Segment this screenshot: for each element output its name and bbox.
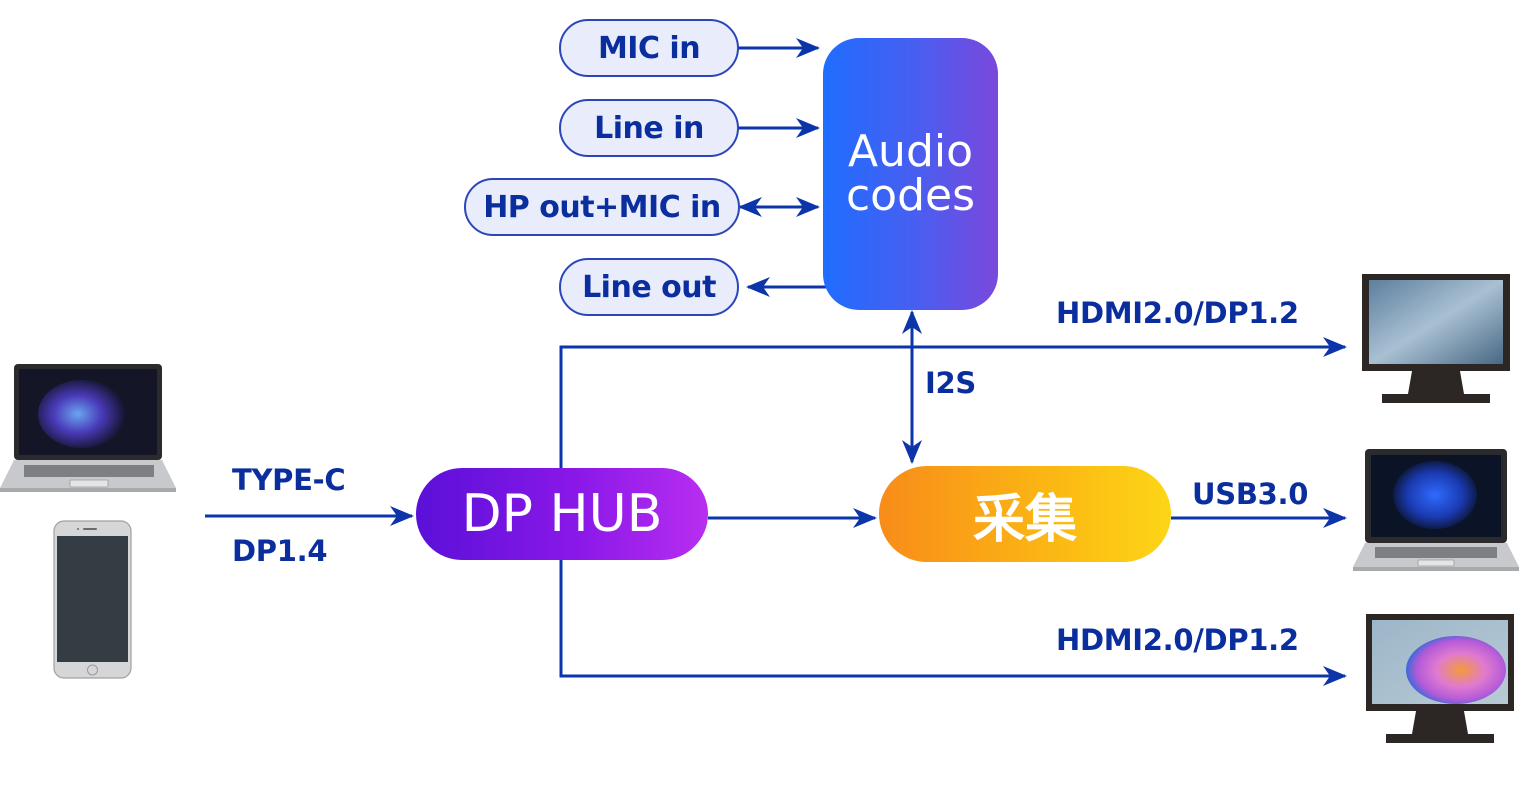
capture-block: 采集 [879,466,1171,562]
output-laptop-icon [1353,449,1519,571]
usb3-label: USB3.0 [1192,477,1309,511]
dp14-label: DP1.4 [232,534,328,568]
output-monitor-top-icon [1362,274,1510,403]
hdmi-top-label: HDMI2.0/DP1.2 [1056,296,1299,330]
source-smartphone-icon [53,520,132,679]
connection-wires [205,38,1347,686]
line-out-port: Line out [559,258,739,316]
mic-in-port: MIC in [559,19,739,77]
hp-out-mic-in-port: HP out+MIC in [464,178,740,236]
type-c-label: TYPE-C [232,463,346,497]
output-monitor-bottom-icon [1366,614,1514,743]
hdmi-bottom-label: HDMI2.0/DP1.2 [1056,623,1299,657]
audio-codec-label-line1: Audio [847,126,974,177]
arrow-hdmi-bottom [559,560,1347,686]
audio-codec-block: Audio codes [823,38,998,310]
line-in-port: Line in [559,99,739,157]
dp-hub-block: DP HUB [416,468,708,560]
capture-label: 采集 [972,490,1077,549]
dp-hub-label: DP HUB [461,484,663,544]
i2s-label: I2S [925,366,976,400]
audio-codec-label-line2: codes [845,170,976,221]
source-laptop-icon [0,364,176,492]
